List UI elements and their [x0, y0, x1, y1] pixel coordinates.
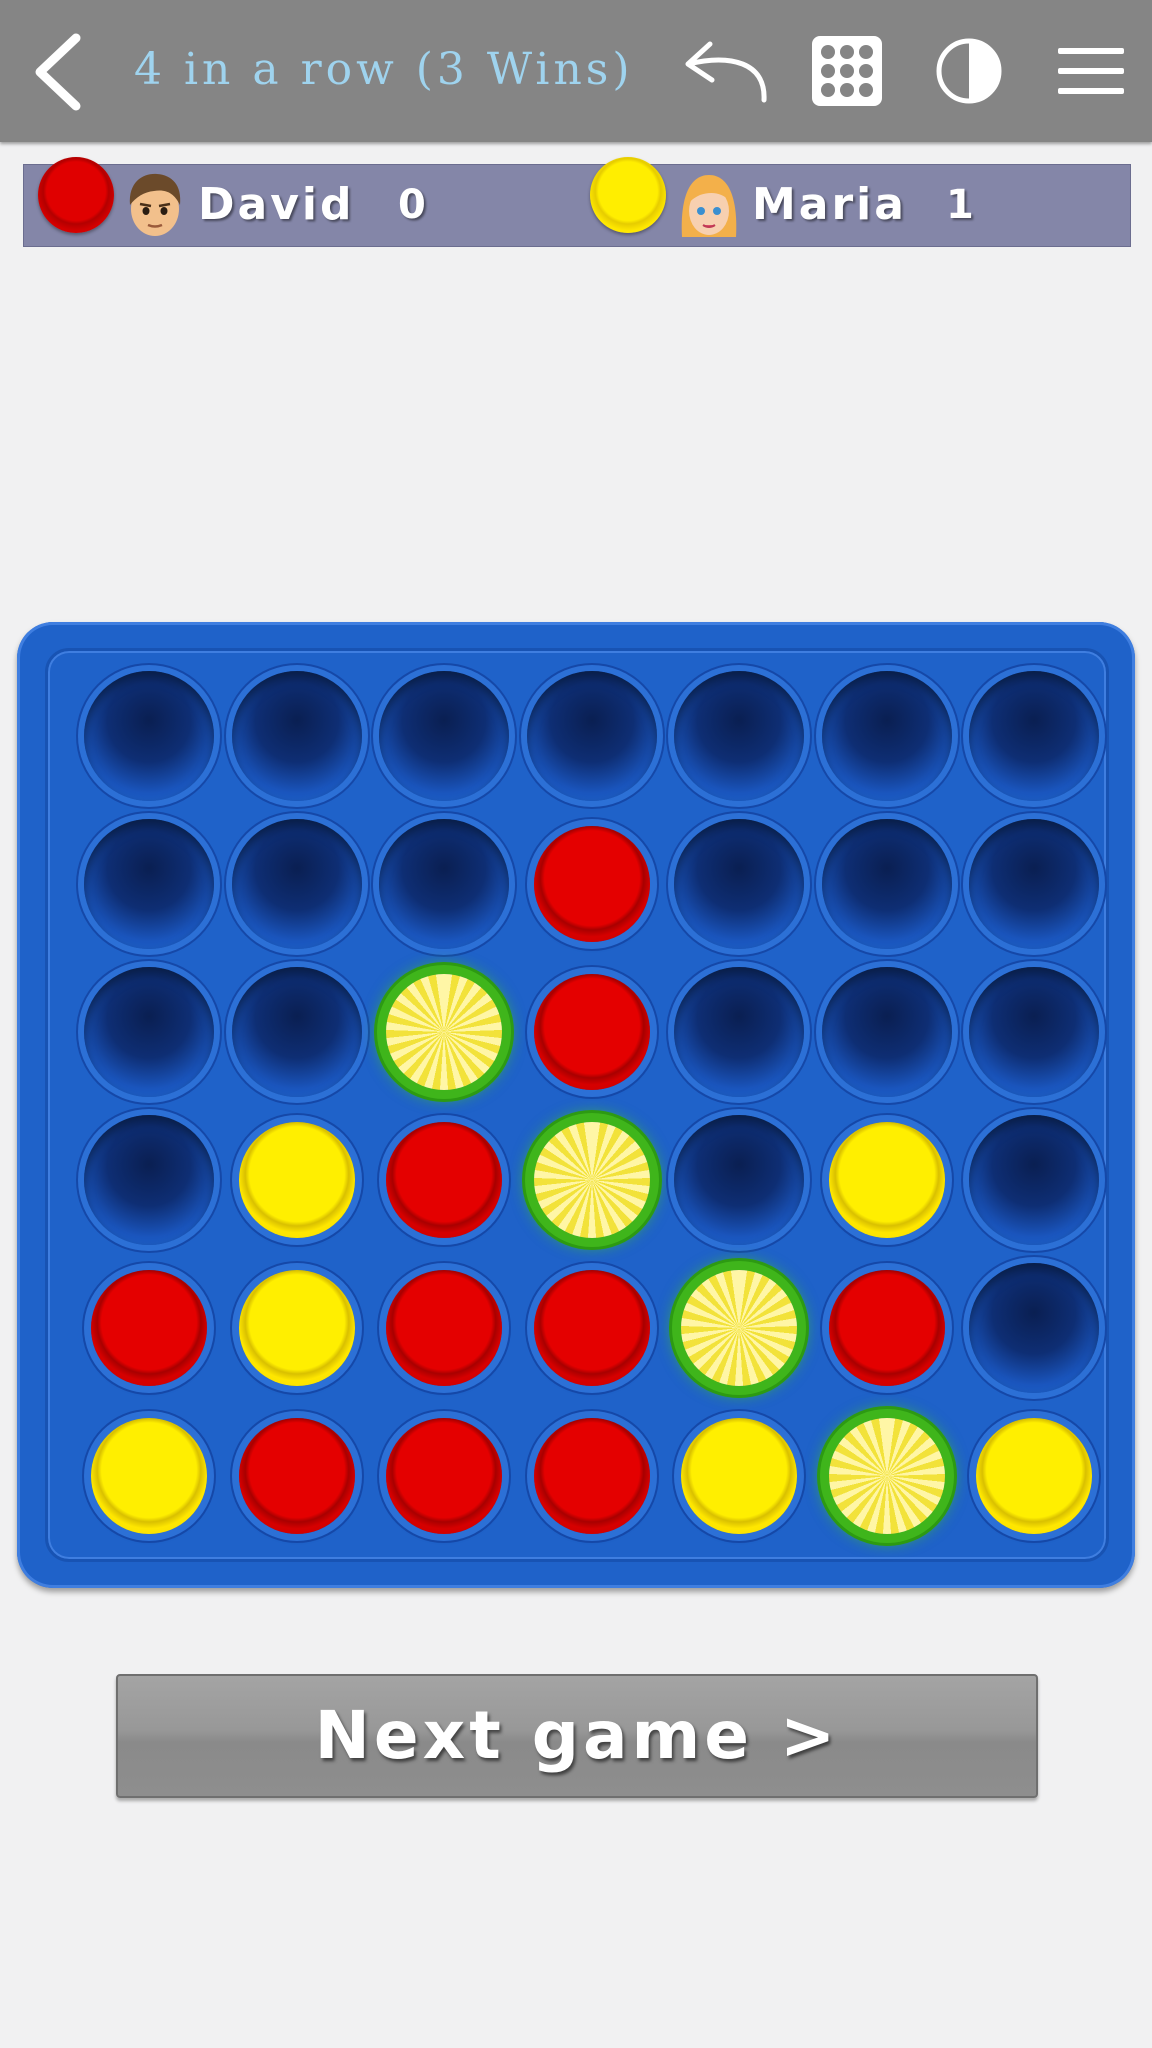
yellow-chip[interactable]: [91, 1418, 207, 1534]
winning-yellow-chip[interactable]: [386, 974, 502, 1090]
red-chip[interactable]: [386, 1270, 502, 1386]
empty-slot[interactable]: [84, 967, 214, 1097]
empty-slot[interactable]: [969, 819, 1099, 949]
next-game-button[interactable]: Next game >: [116, 1674, 1038, 1798]
empty-slot[interactable]: [969, 967, 1099, 1097]
red-chip[interactable]: [533, 974, 650, 1090]
empty-slot[interactable]: [674, 967, 804, 1097]
yellow-chip[interactable]: [828, 1122, 945, 1238]
empty-slot[interactable]: [84, 671, 214, 801]
red-chip[interactable]: [828, 1270, 945, 1386]
empty-slot[interactable]: [231, 819, 362, 949]
red-chip[interactable]: [91, 1270, 207, 1386]
game-board[interactable]: [17, 622, 1135, 1588]
empty-slot[interactable]: [231, 967, 362, 1097]
empty-slot[interactable]: [821, 819, 952, 949]
scoreboard: David 0 Maria 1: [23, 157, 1131, 247]
empty-slot[interactable]: [969, 1115, 1099, 1245]
yellow-chip[interactable]: [238, 1270, 355, 1386]
yellow-chip[interactable]: [238, 1122, 355, 1238]
empty-slot[interactable]: [674, 1115, 804, 1245]
empty-slot[interactable]: [821, 671, 952, 801]
player1-name: David: [198, 179, 355, 230]
player1-score: 0: [398, 182, 426, 228]
red-chip[interactable]: [386, 1418, 502, 1534]
empty-slot[interactable]: [379, 819, 509, 949]
empty-slot[interactable]: [674, 671, 804, 801]
yellow-chip[interactable]: [976, 1418, 1092, 1534]
empty-slot[interactable]: [379, 671, 509, 801]
top-app-bar: 4 in a row (3 Wins): [0, 0, 1152, 142]
empty-slot[interactable]: [84, 1115, 214, 1245]
player2-score: 1: [946, 182, 974, 228]
red-chip[interactable]: [533, 826, 650, 942]
yellow-chip[interactable]: [681, 1418, 797, 1534]
empty-slot[interactable]: [231, 671, 362, 801]
empty-slot[interactable]: [969, 1263, 1099, 1393]
red-chip[interactable]: [533, 1418, 650, 1534]
empty-slot[interactable]: [84, 819, 214, 949]
red-chip[interactable]: [533, 1270, 650, 1386]
red-chip[interactable]: [238, 1418, 355, 1534]
player2-name: Maria: [752, 179, 907, 230]
boy-avatar-icon: [129, 173, 181, 236]
girl-avatar-icon: [681, 175, 737, 237]
back-arrow-icon[interactable]: [28, 30, 88, 114]
grid-icon[interactable]: [810, 34, 884, 108]
contrast-icon[interactable]: [934, 36, 1004, 106]
empty-slot[interactable]: [821, 967, 952, 1097]
menu-icon[interactable]: [1056, 44, 1126, 98]
red-chip[interactable]: [386, 1122, 502, 1238]
winning-yellow-chip[interactable]: [828, 1418, 945, 1534]
empty-slot[interactable]: [969, 671, 1099, 801]
empty-slot[interactable]: [526, 671, 657, 801]
game-title: 4 in a row (3 Wins): [134, 44, 634, 95]
empty-slot[interactable]: [674, 819, 804, 949]
undo-icon[interactable]: [680, 36, 774, 108]
yellow-chip-icon: [590, 157, 666, 233]
winning-yellow-chip[interactable]: [681, 1270, 797, 1386]
winning-yellow-chip[interactable]: [533, 1122, 650, 1238]
red-chip-icon: [38, 157, 114, 233]
